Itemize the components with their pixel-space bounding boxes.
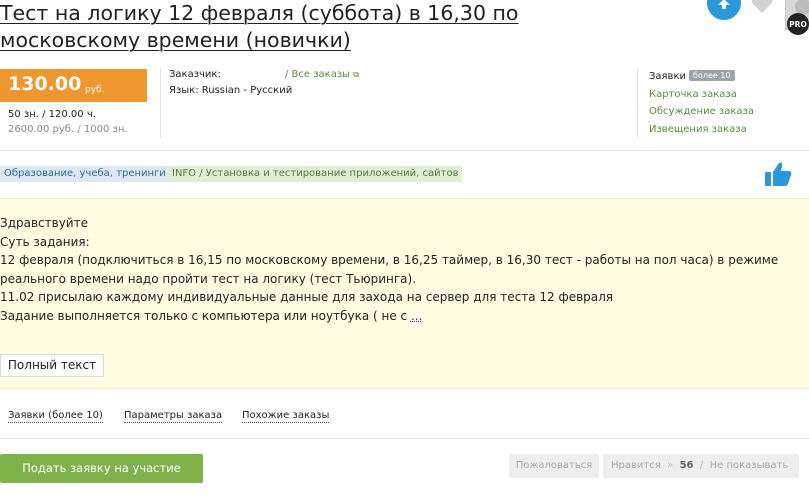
divider xyxy=(0,150,809,151)
description-text: Здравствуйте Суть задания: 12 февраля (п… xyxy=(0,214,790,325)
divider xyxy=(637,68,638,138)
price-alt-rate: 2600.00 руб. / 1000 зн. xyxy=(8,124,128,135)
header-actions: PRO xyxy=(669,0,809,40)
description-line: Суть задания: xyxy=(0,234,90,249)
category-tag[interactable]: INFO / Установка и тестирование приложен… xyxy=(168,166,463,182)
order-title[interactable]: Тест на логику 12 февраля (суббота) в 16… xyxy=(0,0,660,54)
tab-similar-orders[interactable]: Похожие заказы xyxy=(242,409,330,423)
heart-icon[interactable] xyxy=(751,0,773,14)
description-line: 12 февраля (подключиться в 16,15 по моск… xyxy=(0,253,783,286)
bids-link[interactable]: Заявки более 10 xyxy=(649,68,754,86)
full-text-button[interactable]: Полный текст xyxy=(0,354,104,377)
likes-count: 56 xyxy=(679,460,694,471)
tab-bids[interactable]: Заявки (более 10) xyxy=(8,409,103,423)
hide-button[interactable]: Не показывать xyxy=(710,460,789,471)
like-hide-bar: Нравится » 56 / Не показывать xyxy=(603,454,799,478)
external-link-icon: ⧉ xyxy=(353,70,359,79)
divider xyxy=(160,68,161,138)
customer-label: Заказчик: xyxy=(169,69,221,80)
price-amount: 130.00 xyxy=(8,73,82,95)
arrow-up-icon[interactable] xyxy=(707,0,741,20)
language-line: Язык: Russian - Русский xyxy=(169,85,293,96)
price-currency: руб. xyxy=(85,85,105,95)
order-notifications-link[interactable]: Извещения заказа xyxy=(649,121,754,139)
order-discussion-link[interactable]: Обсуждение заказа xyxy=(649,103,754,121)
order-description: Здравствуйте Суть задания: 12 февраля (п… xyxy=(0,198,809,389)
price-box: 130.00 руб. xyxy=(0,69,147,102)
apply-button[interactable]: Подать заявку на участие xyxy=(0,454,203,483)
read-more-link[interactable]: ... xyxy=(411,309,422,323)
price-rate: 50 зн. / 120.00 ч. xyxy=(8,109,96,120)
tab-order-params[interactable]: Параметры заказа xyxy=(124,409,223,423)
order-card-link[interactable]: Карточка заказа xyxy=(649,86,754,104)
category-tag[interactable]: Образование, учеба, тренинги xyxy=(0,166,170,182)
bids-badge: более 10 xyxy=(689,70,735,81)
like-button[interactable]: Нравится xyxy=(611,460,661,471)
description-line: Здравствуйте xyxy=(0,216,88,230)
thumbs-up-icon[interactable] xyxy=(764,160,792,188)
complain-button[interactable]: Пожаловаться xyxy=(509,454,599,478)
divider xyxy=(0,438,809,439)
order-sidebar: Заявки более 10 Карточка заказа Обсуждени… xyxy=(649,68,754,138)
pro-badge: PRO xyxy=(787,13,809,35)
description-line-last: Задание выполняется только с компьютера … xyxy=(0,308,423,323)
all-orders-link[interactable]: / Все заказы ⧉ xyxy=(285,69,359,80)
description-line: 11.02 присылаю каждому индивидуальные да… xyxy=(0,290,614,304)
